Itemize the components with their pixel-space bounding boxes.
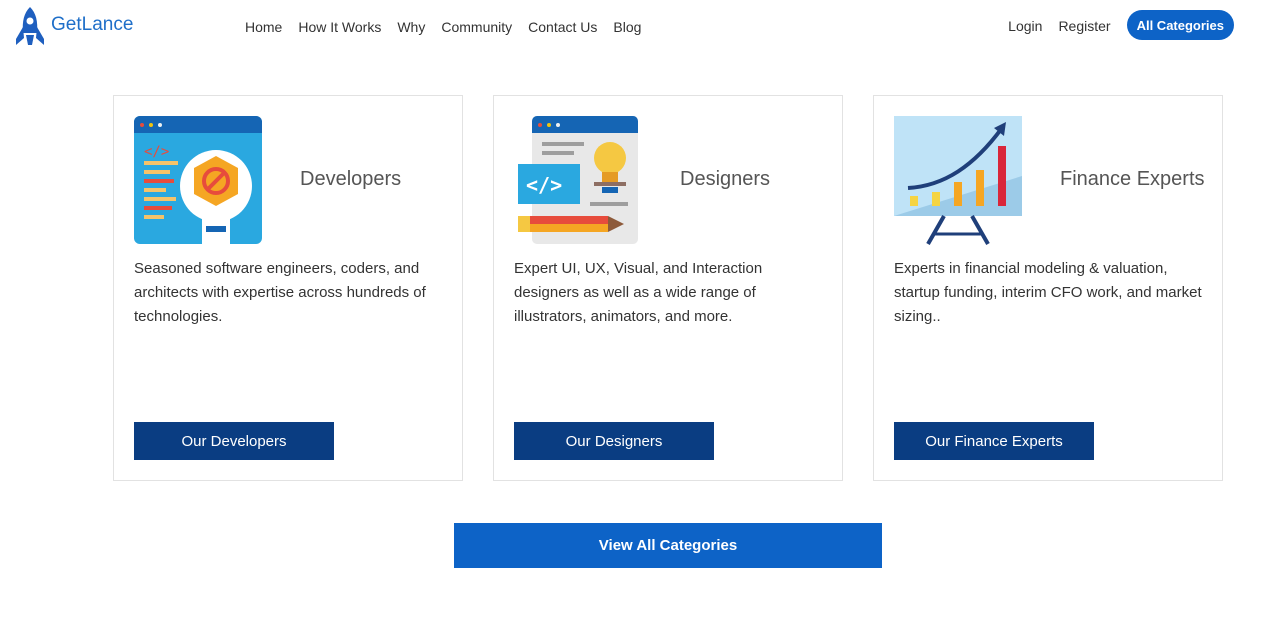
nav-why[interactable]: Why (397, 19, 425, 35)
svg-text:</>: </> (526, 173, 562, 197)
card-description: Experts in financial modeling & valuatio… (894, 260, 1202, 325)
nav-how-it-works[interactable]: How It Works (298, 19, 381, 35)
main-nav: Home How It Works Why Community Contact … (245, 19, 657, 35)
our-finance-experts-button[interactable]: Our Finance Experts (894, 422, 1094, 460)
nav-home[interactable]: Home (245, 19, 282, 35)
our-designers-button[interactable]: Our Designers (514, 422, 714, 460)
nav-community[interactable]: Community (441, 19, 512, 35)
site-header: GetLance Home How It Works Why Community… (0, 0, 1270, 56)
card-title: Developers (300, 168, 402, 190)
developer-wrench-icon: </> (134, 116, 262, 244)
category-card-designers: </> Designers Expert UI, UX, Visual, and… (493, 95, 843, 481)
auth-nav: Login Register All Categories (1008, 10, 1234, 40)
our-developers-button[interactable]: Our Developers (134, 422, 334, 460)
card-description: Seasoned software engineers, coders, and… (134, 260, 426, 325)
designer-bulb-icon: </> (518, 116, 638, 244)
card-title: Finance Experts (1060, 168, 1205, 190)
finance-chart-icon (894, 116, 1022, 245)
nav-blog[interactable]: Blog (613, 19, 641, 35)
category-card-developers: </> Developers Seasoned software enginee… (113, 95, 463, 481)
rocket-icon (16, 7, 44, 45)
brand-link[interactable]: GetLance (12, 5, 133, 49)
svg-text:</>: </> (144, 144, 169, 160)
view-all-categories-button[interactable]: View All Categories (454, 523, 882, 568)
brand-name: GetLance (51, 14, 134, 35)
nav-contact-us[interactable]: Contact Us (528, 19, 597, 35)
register-link[interactable]: Register (1058, 18, 1110, 34)
category-card-finance-experts: Finance Experts Experts in financial mod… (873, 95, 1223, 481)
login-link[interactable]: Login (1008, 18, 1042, 34)
all-categories-button[interactable]: All Categories (1126, 10, 1234, 40)
card-description: Expert UI, UX, Visual, and Interaction d… (514, 260, 763, 325)
card-title: Designers (680, 168, 771, 190)
